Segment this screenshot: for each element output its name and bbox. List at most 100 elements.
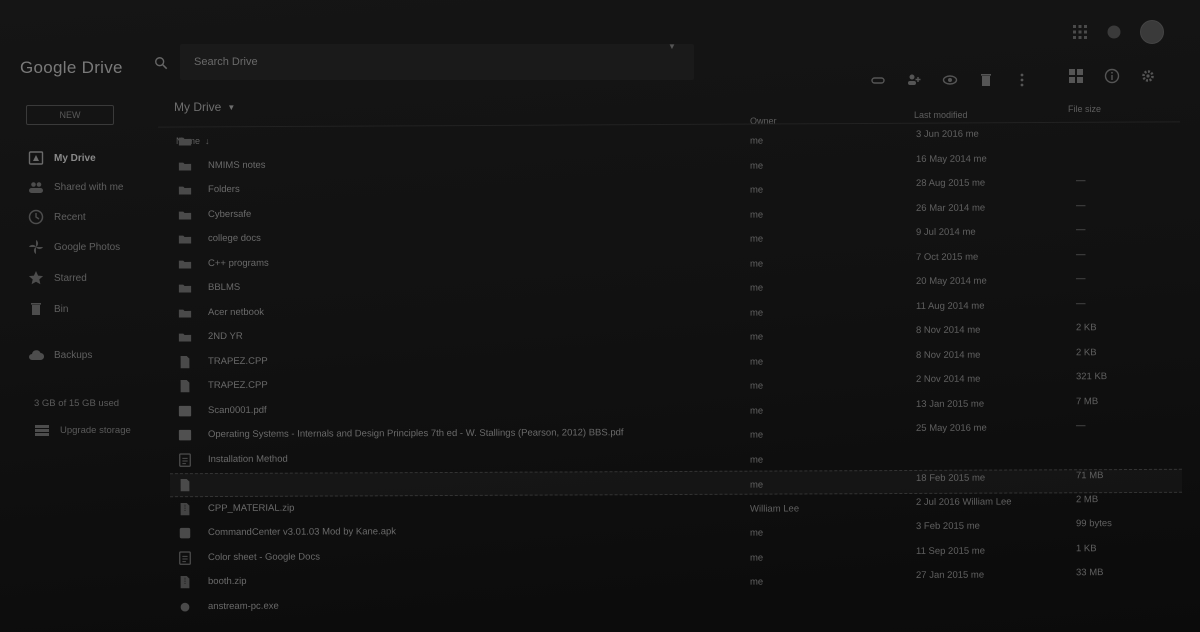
file-name: C++ programs	[207, 257, 269, 269]
file-owner: me	[749, 454, 764, 466]
file-name: CommandCenter v3.01.03 Mod by Kane.apk	[207, 526, 397, 539]
file-size: —	[1075, 224, 1086, 236]
table-row[interactable]: Operating Systems - Internals and Design…	[170, 420, 1182, 446]
file-owner: me	[749, 380, 764, 392]
column-file-size[interactable]: File size	[1068, 104, 1101, 114]
file-name: college docs	[207, 232, 261, 245]
file-owner: me	[749, 552, 764, 564]
table-row[interactable]: Color sheet - Google Docs me 11 Sep 2015 m…	[170, 542, 1182, 568]
sidebar-item-my-drive[interactable]: My Drive	[28, 148, 158, 168]
search-options-icon[interactable]: ▼	[668, 42, 676, 51]
table-row[interactable]: C++ programs me 7 Oct 2015 me —	[170, 248, 1182, 274]
file-size: 99 bytes	[1075, 518, 1112, 530]
preview-icon[interactable]	[942, 72, 958, 88]
file-modified: 8 Nov 2014 me	[915, 324, 981, 336]
drive-icon	[28, 151, 44, 165]
file-modified: 2 Nov 2014 me	[915, 373, 981, 385]
sidebar-item-recent[interactable]: Recent	[28, 207, 158, 227]
file-modified: 26 Mar 2014 me	[915, 202, 986, 214]
table-row[interactable]: TRAPEZ.CPP me 2 Nov 2014 me 321 KB	[170, 371, 1182, 397]
file-name: booth.zip	[207, 575, 247, 588]
file-owner: me	[749, 576, 764, 588]
file-modified: 13 Jan 2015 me	[915, 398, 985, 410]
sidebar-item-label: Starred	[54, 272, 87, 284]
file-toolbar	[870, 72, 1030, 88]
new-button[interactable]: NEW	[26, 105, 114, 125]
table-row[interactable]: 2ND YR me 8 Nov 2014 me 2 KB	[170, 322, 1182, 348]
cloud-icon	[29, 350, 44, 361]
table-row[interactable]: me 3 Jun 2016 me	[170, 126, 1182, 152]
executable-icon	[180, 602, 190, 612]
table-row[interactable]: anstream-pc.exe	[170, 591, 1182, 617]
table-row[interactable]: Folders me 28 Aug 2015 me —	[170, 175, 1182, 201]
upgrade-storage-link[interactable]: Upgrade storage	[34, 422, 131, 438]
sidebar-item-bin[interactable]: Bin	[28, 299, 158, 319]
sidebar-item-label: My Drive	[54, 152, 96, 164]
file-name: TRAPEZ.CPP	[207, 379, 268, 392]
file-owner: me	[749, 233, 764, 245]
table-row[interactable]: NMIMS notes me 16 May 2014 me	[170, 150, 1182, 176]
more-actions-icon[interactable]	[1014, 72, 1030, 88]
settings-icon[interactable]	[1140, 68, 1156, 84]
apps-grid-icon[interactable]	[1072, 24, 1088, 40]
file-name: Installation Method	[207, 453, 288, 465]
file-modified: 20 May 2014 me	[915, 275, 987, 287]
table-row[interactable]: CPP_MATERIAL.zip William Lee 2 Jul 2016 Wi…	[170, 493, 1182, 519]
file-size: 33 MB	[1075, 567, 1104, 579]
document-icon	[179, 452, 191, 467]
android-icon	[179, 527, 191, 539]
chevron-down-icon: ▼	[227, 102, 236, 112]
file-name: Cybersafe	[207, 208, 252, 220]
account-bar	[1072, 20, 1164, 44]
file-owner: me	[749, 331, 764, 343]
star-icon	[28, 271, 44, 285]
document-icon	[179, 550, 191, 565]
file-modified: 28 Aug 2015 me	[915, 177, 986, 189]
file-name: Acer netbook	[207, 306, 265, 318]
column-last-modified[interactable]: Last modified	[914, 110, 968, 120]
table-row[interactable]: BBLMS me 20 May 2014 me —	[170, 273, 1182, 299]
file-size: —	[1075, 297, 1086, 309]
file-modified: 3 Jun 2016 me	[915, 128, 979, 140]
file-size: —	[1075, 273, 1086, 285]
table-row[interactable]: Cybersafe me 26 Mar 2014 me —	[170, 199, 1182, 225]
share-icon[interactable]	[906, 72, 922, 88]
sidebar-item-backups[interactable]: Backups	[28, 345, 158, 365]
pinwheel-icon	[29, 240, 43, 254]
file-owner: me	[749, 160, 764, 172]
view-toolbar	[1068, 68, 1156, 84]
sidebar-item-shared[interactable]: Shared with me	[28, 177, 158, 197]
grid-view-icon[interactable]	[1068, 68, 1084, 84]
file-size: —	[1075, 248, 1086, 260]
table-row[interactable]: me 18 Feb 2015 me 71 MB	[169, 468, 1183, 498]
file-owner: William Lee	[749, 502, 800, 515]
table-row[interactable]: Installation Method me	[170, 444, 1182, 470]
app-logo[interactable]: Google Drive	[20, 58, 123, 78]
table-row[interactable]: Acer netbook me 11 Aug 2014 me —	[170, 297, 1182, 323]
file-owner: me	[749, 527, 764, 539]
delete-icon[interactable]	[978, 72, 994, 88]
table-row[interactable]: CommandCenter v3.01.03 Mod by Kane.apk me…	[170, 518, 1182, 544]
search-icon[interactable]	[154, 56, 168, 70]
info-icon[interactable]	[1104, 68, 1120, 84]
avatar[interactable]	[1140, 20, 1164, 44]
file-owner: me	[749, 356, 764, 368]
notifications-icon[interactable]	[1106, 24, 1122, 40]
table-row[interactable]: Scan0001.pdf me 13 Jan 2015 me 7 MB	[170, 395, 1182, 421]
link-icon[interactable]	[870, 72, 886, 88]
sidebar-item-photos[interactable]: Google Photos	[28, 237, 158, 257]
file-owner: me	[749, 405, 764, 417]
storage-usage: 3 GB of 15 GB used	[34, 398, 120, 409]
file-modified: 7 Oct 2015 me	[915, 251, 979, 263]
table-row[interactable]: TRAPEZ.CPP me 8 Nov 2014 me 2 KB	[170, 346, 1182, 372]
clock-icon	[28, 209, 44, 225]
file-name: NMIMS notes	[207, 159, 266, 171]
file-modified: 3 Feb 2015 me	[915, 520, 980, 532]
table-row[interactable]: booth.zip me 27 Jan 2015 me 33 MB	[170, 567, 1182, 593]
table-row[interactable]: college docs me 9 Jul 2014 me —	[170, 224, 1182, 250]
file-modified: 11 Aug 2014 me	[915, 300, 985, 312]
sidebar-item-starred[interactable]: Starred	[28, 268, 158, 288]
file-name: Scan0001.pdf	[207, 404, 267, 416]
file-owner: me	[749, 429, 764, 441]
file-size: 2 KB	[1075, 346, 1097, 358]
